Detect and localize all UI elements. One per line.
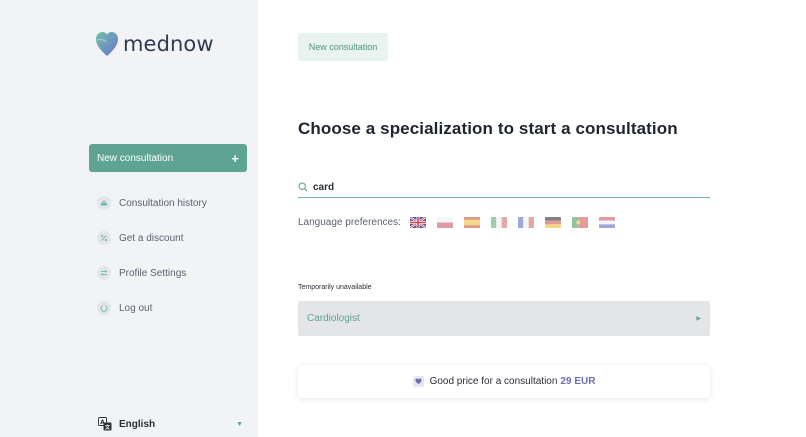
sidebar-item-log-out[interactable]: Log out bbox=[97, 301, 152, 315]
italy-flag-icon[interactable] bbox=[490, 217, 507, 228]
price-card: Good price for a consultation 29 EUR bbox=[298, 365, 710, 398]
history-icon bbox=[97, 196, 111, 210]
portugal-flag-icon[interactable] bbox=[571, 217, 588, 228]
france-flag-icon[interactable] bbox=[517, 217, 534, 228]
heart-icon bbox=[412, 376, 424, 387]
specialization-item-cardiologist[interactable]: Cardiologist ▶ bbox=[298, 301, 710, 336]
price-text: Good price for a consultation bbox=[429, 376, 558, 387]
specialization-label: Cardiologist bbox=[307, 313, 360, 324]
language-preferences-label: Language preferences: bbox=[298, 217, 401, 228]
logout-icon bbox=[97, 301, 111, 315]
sidebar-item-label: Profile Settings bbox=[119, 267, 187, 279]
translate-icon: A 文 bbox=[98, 417, 112, 431]
sidebar-item-label: Consultation history bbox=[119, 197, 207, 209]
sidebar-item-profile-settings[interactable]: Profile Settings bbox=[97, 266, 186, 280]
chevron-down-icon: ▼ bbox=[236, 420, 243, 428]
percent-icon bbox=[97, 231, 111, 245]
germany-flag-icon[interactable] bbox=[544, 217, 561, 228]
sidebar: mednow New consultation + Consultation h… bbox=[0, 0, 258, 437]
search-field[interactable] bbox=[298, 177, 710, 198]
page-title: Choose a specialization to start a consu… bbox=[298, 119, 678, 138]
sidebar-item-consultation-history[interactable]: Consultation history bbox=[97, 196, 207, 210]
price-amount: 29 EUR bbox=[560, 376, 596, 387]
brand-name: mednow bbox=[123, 32, 214, 56]
chevron-right-icon: ▶ bbox=[696, 316, 701, 322]
uk-flag-icon[interactable] bbox=[409, 217, 426, 228]
poland-flag-icon[interactable] bbox=[436, 217, 453, 228]
language-selector[interactable]: A 文 English ▼ bbox=[98, 417, 243, 431]
search-icon bbox=[298, 182, 308, 192]
sidebar-item-label: Get a discount bbox=[119, 232, 184, 244]
plus-icon: + bbox=[231, 150, 239, 166]
spain-flag-icon[interactable] bbox=[463, 217, 480, 228]
settings-icon bbox=[97, 266, 111, 280]
netherlands-flag-icon[interactable] bbox=[598, 217, 615, 228]
new-consultation-label: New consultation bbox=[97, 152, 174, 164]
tab-new-consultation[interactable]: New consultation bbox=[298, 33, 388, 61]
temporarily-unavailable-label: Temporarily unavailable bbox=[298, 284, 372, 291]
new-consultation-button[interactable]: New consultation + bbox=[89, 144, 247, 172]
logo[interactable]: mednow bbox=[95, 30, 214, 58]
language-preferences: Language preferences: bbox=[298, 217, 626, 228]
language-label: English bbox=[119, 418, 156, 430]
sidebar-item-label: Log out bbox=[119, 302, 153, 314]
heart-logo-icon bbox=[96, 32, 118, 56]
search-input[interactable] bbox=[313, 181, 693, 193]
sidebar-item-get-a-discount[interactable]: Get a discount bbox=[97, 231, 183, 245]
